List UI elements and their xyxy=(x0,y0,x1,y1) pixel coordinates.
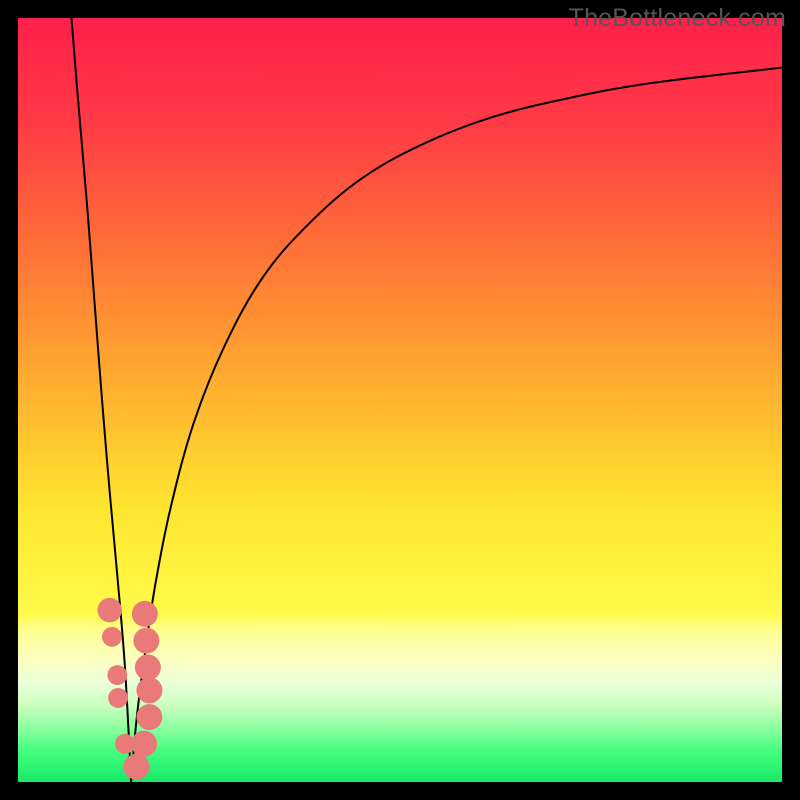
marker-dot xyxy=(107,665,127,685)
marker-dot xyxy=(136,677,162,703)
chart-frame: TheBottleneck.com xyxy=(0,0,800,800)
marker-dot xyxy=(102,627,122,647)
marker-dot xyxy=(97,598,121,622)
watermark-text: TheBottleneck.com xyxy=(569,4,786,33)
right-branch-line xyxy=(131,68,782,782)
marker-dot xyxy=(136,704,162,730)
marker-dot xyxy=(133,628,159,654)
chart-overlay xyxy=(18,18,782,782)
marker-dot xyxy=(135,654,161,680)
curve-group xyxy=(71,18,782,782)
marker-dot xyxy=(132,601,158,627)
marker-dot xyxy=(123,754,149,780)
marker-dot xyxy=(131,731,157,757)
marker-dot xyxy=(108,688,128,708)
plot-area xyxy=(18,18,782,782)
